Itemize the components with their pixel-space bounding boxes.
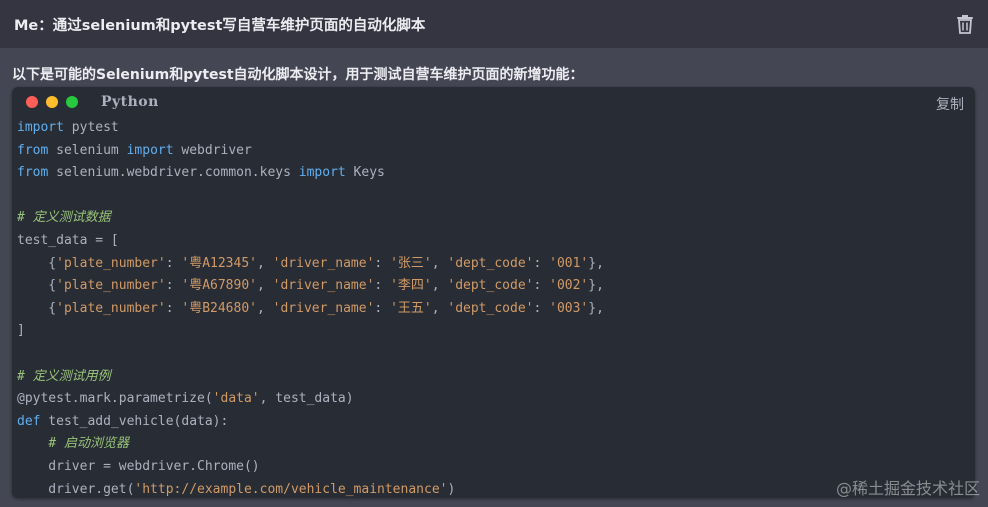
code-line: ] (17, 320, 975, 343)
code-block: Python 复制 import pytest from selenium imp… (12, 87, 975, 498)
code-token: : (374, 300, 391, 316)
code-token: : (533, 278, 550, 294)
code-token: ] (17, 323, 25, 339)
code-line: driver.get('http://example.com/vehicle_m… (17, 479, 975, 499)
code-token: '粤A67890' (181, 278, 257, 294)
code-line: driver = webdriver.Chrome() (17, 456, 975, 479)
code-token: '002' (549, 278, 589, 294)
copy-button[interactable]: 复制 (936, 94, 964, 114)
code-token: , (431, 278, 448, 294)
code-block-header: Python 复制 (12, 87, 975, 117)
code-line: def test_add_vehicle(data): (17, 411, 975, 434)
code-token: driver.get( (17, 481, 135, 497)
code-token: : (165, 300, 182, 316)
user-message-text: Me：通过selenium和pytest写自营车维护页面的自动化脚本 (14, 17, 426, 34)
code-token: selenium (48, 142, 127, 158)
code-token: # 启动浏览器 (48, 436, 129, 452)
code-token: def (17, 413, 41, 429)
code-token: , (257, 300, 273, 316)
trash-icon[interactable] (956, 14, 974, 34)
code-token: : (374, 278, 391, 294)
code-token: }, (588, 300, 604, 316)
code-token: test_add_vehicle(data): (40, 413, 229, 429)
code-token: '粤B24680' (181, 300, 257, 316)
code-token: 'dept_code' (447, 255, 534, 271)
code-token: 'plate_number' (56, 278, 166, 294)
code-line: import pytest (17, 117, 975, 140)
code-line: {'plate_number': '粤A67890', 'driver_name… (17, 275, 975, 298)
code-token: webdriver (173, 142, 252, 158)
code-token: from (17, 142, 49, 158)
code-token: # 定义测试数据 (17, 210, 111, 226)
code-token: : (374, 255, 391, 271)
code-token: : (165, 278, 182, 294)
code-token: { (17, 278, 57, 294)
code-token: 'plate_number' (56, 300, 166, 316)
code-token: import (298, 165, 346, 181)
code-line: # 定义测试用例 (17, 366, 975, 389)
code-line: test_data = [ (17, 230, 975, 253)
code-line: {'plate_number': '粤A12345', 'driver_name… (17, 253, 975, 276)
code-line: # 定义测试数据 (17, 207, 975, 230)
code-token: : (165, 255, 182, 271)
code-token: 'driver_name' (272, 255, 375, 271)
code-token: , test_data) (259, 391, 354, 407)
window-close-dot-icon (26, 96, 38, 108)
code-token: { (17, 255, 57, 271)
watermark: @稀土掘金技术社区 (835, 479, 980, 498)
window-minimize-dot-icon (46, 96, 58, 108)
code-line: @pytest.mark.parametrize('data', test_da… (17, 388, 975, 411)
code-token: '张三' (390, 255, 432, 271)
code-token: }, (588, 278, 604, 294)
code-token: 'data' (212, 391, 260, 407)
code-token: , (431, 255, 448, 271)
assistant-intro-text: 以下是可能的Selenium和pytest自动化脚本设计，用于测试自营车维护页面… (12, 67, 584, 83)
window-maximize-dot-icon (66, 96, 78, 108)
code-token: , (431, 300, 448, 316)
code-line: {'plate_number': '粤B24680', 'driver_name… (17, 298, 975, 321)
code-token: '王五' (390, 300, 432, 316)
code-token: test_data = [ (17, 232, 119, 248)
code-token: Keys (345, 165, 385, 181)
code-token: }, (588, 255, 604, 271)
code-token: '003' (549, 300, 589, 316)
code-token: : (533, 255, 550, 271)
code-token: '粤A12345' (181, 255, 257, 271)
code-token: : (533, 300, 550, 316)
code-token: 'driver_name' (272, 300, 375, 316)
code-token: { (17, 300, 57, 316)
code-line: # 启动浏览器 (17, 433, 975, 456)
code-line: from selenium import webdriver (17, 140, 975, 163)
code-token: 'dept_code' (447, 278, 534, 294)
code-token: driver = webdriver.Chrome() (17, 458, 260, 474)
code-token: 'plate_number' (56, 255, 166, 271)
code-token: 'dept_code' (447, 300, 534, 316)
code-language-label: Python (101, 94, 159, 110)
code-token: @pytest.mark.parametrize( (17, 391, 213, 407)
code-token: # 定义测试用例 (17, 368, 111, 384)
code-token: '李四' (390, 278, 432, 294)
code-content: import pytest from selenium import webdri… (12, 117, 975, 498)
code-token: 'driver_name' (272, 278, 375, 294)
code-token: '001' (549, 255, 589, 271)
code-line: from selenium.webdriver.common.keys impo… (17, 162, 975, 185)
code-token: , (257, 278, 273, 294)
user-message-bar: Me：通过selenium和pytest写自营车维护页面的自动化脚本 (0, 0, 988, 48)
code-token: import (17, 120, 64, 135)
code-token: from (17, 165, 49, 181)
code-token: selenium.webdriver.common.keys (48, 165, 299, 181)
code-token: import (126, 142, 174, 158)
code-token: 'http://example.com/vehicle_maintenance' (134, 481, 448, 497)
code-token: pytest (63, 120, 119, 135)
code-token: , (257, 255, 273, 271)
code-token: ) (447, 481, 456, 497)
